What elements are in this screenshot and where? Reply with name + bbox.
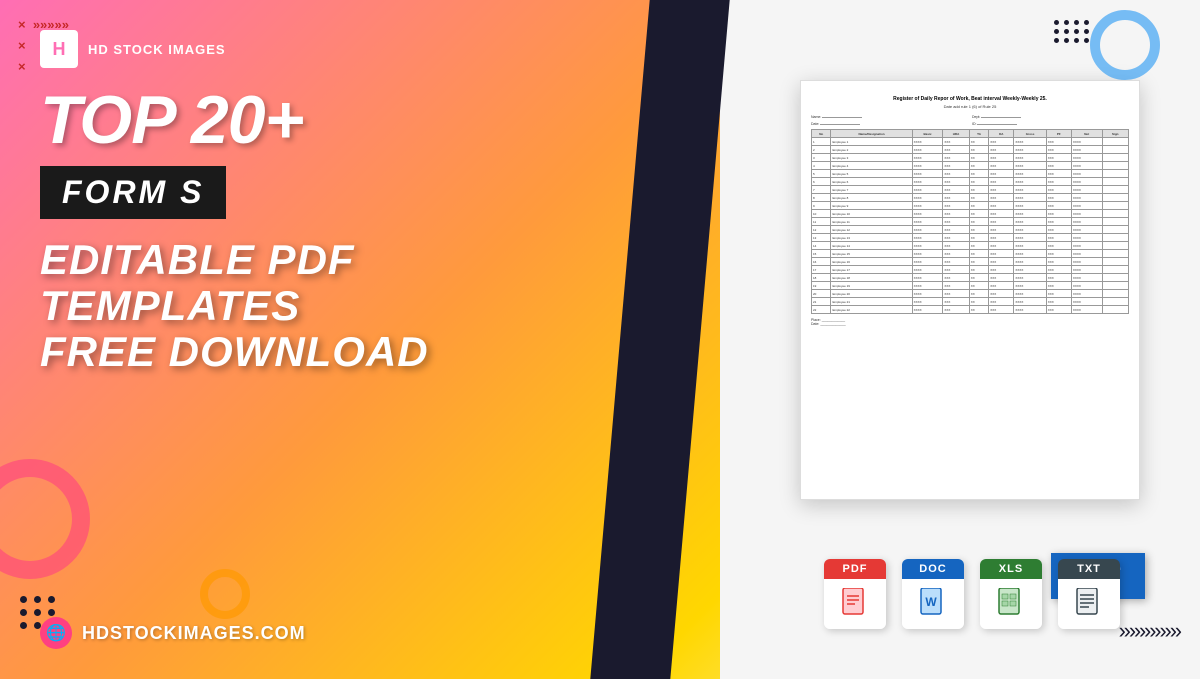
chevrons-decoration-right: »»»»»» [1119, 618, 1180, 644]
chevrons-text: »»»»»» [1119, 618, 1180, 643]
txt-icon-symbol [1058, 579, 1120, 629]
pdf-icon-symbol [824, 579, 886, 629]
txt-icon-label: TXT [1058, 559, 1120, 579]
doc-subtitle: Date add rule 1 (6) of Rule 25 [811, 104, 1129, 109]
main-heading-line1: EDITABLE PDF TEMPLATES [40, 236, 355, 329]
dots-decoration-top-right [1054, 20, 1090, 43]
blue-circle-decoration [1090, 10, 1160, 80]
format-icon-pdf[interactable]: PDF [824, 559, 886, 629]
document-preview-inner: Register of Daily Repor of Work, Beat in… [801, 81, 1139, 341]
format-icons-row: PDF DOC W XLS [824, 559, 1120, 629]
top-heading: TOP 20+ [40, 86, 600, 154]
document-preview: Register of Daily Repor of Work, Beat in… [800, 80, 1140, 500]
doc-icon-label: DOC [902, 559, 964, 579]
format-icon-xls[interactable]: XLS [980, 559, 1042, 629]
doc-icon-symbol: W [902, 579, 964, 629]
website-url-text: HDSTOCKIMAGES.COM [82, 623, 306, 644]
doc-table: NoName/DesignationBasicHRA TADAGrossPFNe… [811, 129, 1129, 314]
format-icon-doc[interactable]: DOC W [902, 559, 964, 629]
form-s-badge: FORM S [40, 166, 226, 219]
format-icon-txt[interactable]: TXT [1058, 559, 1120, 629]
pdf-icon-label: PDF [824, 559, 886, 579]
main-heading: EDITABLE PDF TEMPLATES FREE DOWNLOAD [40, 237, 600, 376]
xls-icon-symbol [980, 579, 1042, 629]
doc-title: Register of Daily Repor of Work, Beat in… [811, 96, 1129, 102]
globe-icon: 🌐 [40, 617, 72, 649]
left-content-area: H HD STOCK IMAGES TOP 20+ FORM S EDITABL… [0, 0, 640, 679]
logo-area: H HD STOCK IMAGES [40, 30, 600, 68]
xls-icon-label: XLS [980, 559, 1042, 579]
main-heading-line2: FREE DOWNLOAD [40, 328, 429, 375]
website-url-area: 🌐 HDSTOCKIMAGES.COM [40, 617, 306, 649]
svg-text:W: W [925, 595, 937, 609]
logo-text: HD STOCK IMAGES [88, 42, 226, 57]
x-pattern-decoration: × »»»»» × × [18, 15, 69, 77]
